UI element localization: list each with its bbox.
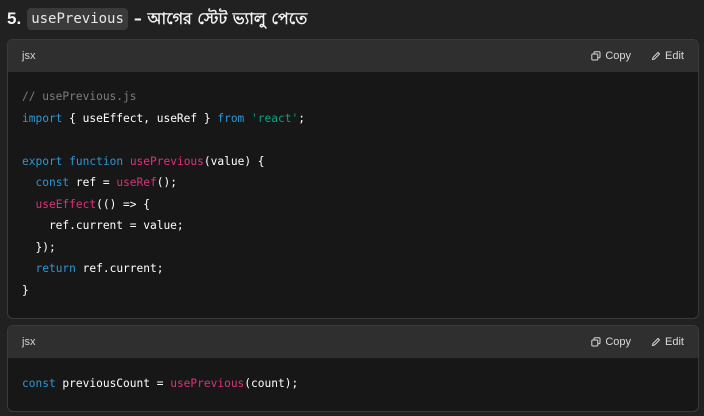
edit-button[interactable]: Edit [651,50,684,62]
code-token: useEffect [35,197,97,211]
section-heading: 5. usePrevious – আগের স্টেট ভ্যালু পেতে [7,6,307,32]
code-token: (); [156,176,177,189]
copy-icon [591,337,601,347]
code-token: const [35,176,70,189]
code-token: { useEffect, useRef } [62,111,218,125]
code-token: const [22,377,56,390]
code-token: ref.current = value; [22,219,184,232]
copy-button[interactable]: Copy [591,50,631,62]
code-token: function [69,154,124,168]
heading-inline-code: usePrevious [27,8,128,30]
code-language-label: jsx [22,50,36,62]
code-line: // usePrevious.js [22,86,684,108]
code-line: const ref = useRef(); [22,172,684,194]
code-token: from [217,111,245,125]
pencil-icon [651,337,661,347]
code-block-actions: Copy Edit [591,50,684,62]
code-token: } [22,283,29,297]
pencil-icon [651,51,661,61]
code-token: return [35,262,76,275]
code-token: import [22,111,63,125]
code-token: 'react' [251,111,299,125]
code-token: ref.current; [75,262,164,275]
edit-label: Edit [665,50,684,62]
code-token: (count); [244,377,299,390]
copy-label: Copy [605,50,632,62]
edit-label: Edit [665,336,684,348]
code-line: const previousCount = usePrevious(count)… [22,373,684,395]
code-content: const previousCount = usePrevious(count)… [8,358,698,407]
code-token: ref = [69,176,117,189]
edit-button[interactable]: Edit [651,336,684,348]
code-line: ref.current = value; [22,215,684,237]
code-language-label: jsx [22,336,36,348]
code-token: (value) { [203,154,265,168]
code-token: }); [22,240,56,254]
code-block-header: jsx Copy Edit [8,40,698,72]
code-content: // usePrevious.js import { useEffect, use… [8,72,698,313]
code-token: (() => { [96,197,150,211]
code-token: // usePrevious.js [22,90,137,103]
code-token: ; [298,111,305,125]
code-block-header: jsx Copy Edit [8,326,698,358]
code-block-1: jsx Copy Edit // usePrevious.js import { … [7,39,699,319]
code-line: export function usePrevious(value) { [22,151,684,173]
copy-label: Copy [605,336,632,348]
code-line: import { useEffect, useRef } from 'react… [22,108,684,130]
code-token: useRef [116,176,157,189]
code-line: } [22,280,684,302]
copy-button[interactable]: Copy [591,336,631,348]
code-token: export [22,154,63,168]
code-line: }); [22,237,684,259]
code-block-2: jsx Copy Edit const previousCount = useP… [7,325,699,412]
code-token: previousCount = [55,377,171,390]
heading-number: 5. [7,9,22,28]
code-token: usePrevious [170,377,245,390]
code-block-actions: Copy Edit [591,336,684,348]
code-line: useEffect(() => { [22,194,684,216]
heading-title: – আগের স্টেট ভ্যালু পেতে [133,8,308,28]
code-line: return ref.current; [22,258,684,280]
code-token: usePrevious [129,154,204,168]
copy-icon [591,51,601,61]
